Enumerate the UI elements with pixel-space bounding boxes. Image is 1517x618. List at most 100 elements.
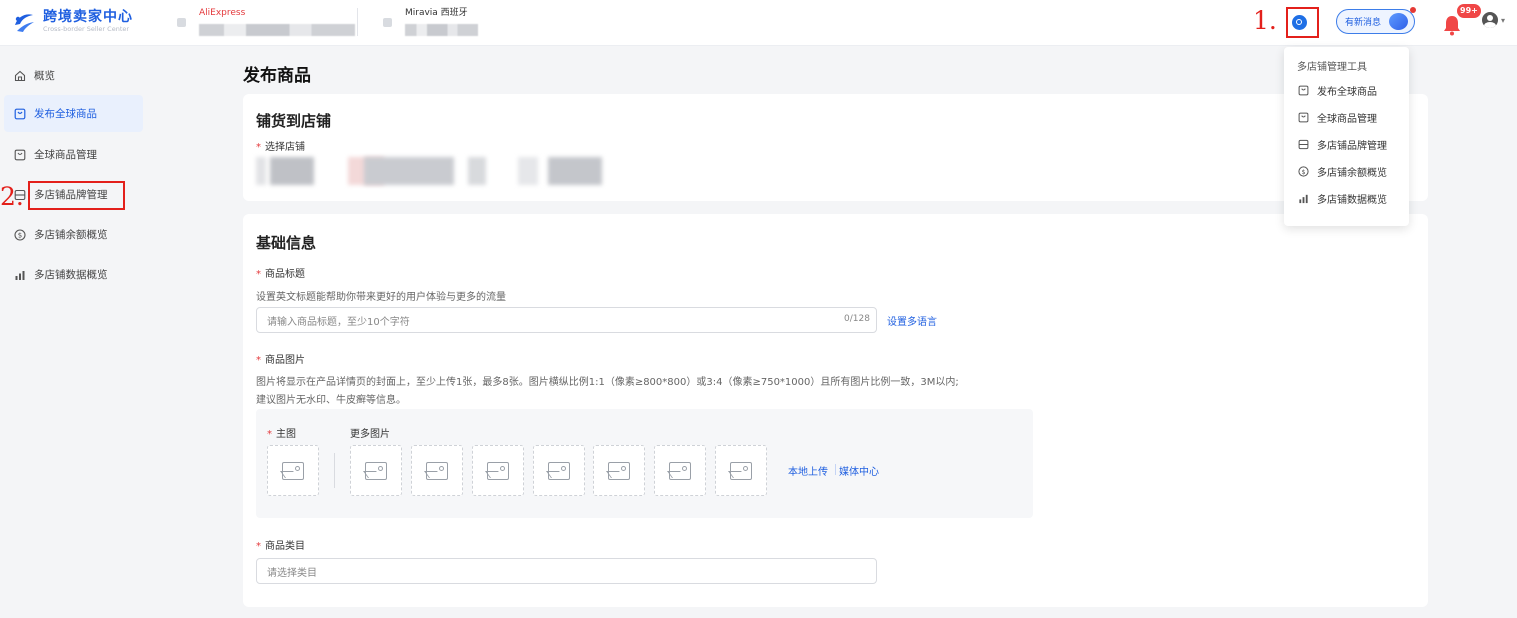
dollar-icon: $ [13, 228, 26, 241]
basic-info-title: 基础信息 [256, 234, 317, 252]
news-button[interactable]: 有新消息 [1336, 7, 1416, 34]
sidebar-item-data-overview[interactable]: 多店铺数据概览 [4, 256, 143, 293]
product-title-placeholder: 请输入商品标题，至少10个字符 [267, 316, 410, 328]
chevron-down-icon: ▾ [1501, 15, 1506, 25]
product-title-hint: 设置英文标题能帮助你带来更好的用户体验与更多的流量 [256, 292, 506, 303]
page-title: 发布商品 [243, 66, 311, 86]
notification-badge: 99+ [1457, 4, 1481, 18]
image-placeholder-icon [426, 461, 448, 480]
store-miravia[interactable]: Miravia 西班牙 [383, 8, 478, 36]
store-account-masked [405, 24, 478, 36]
images-hint-line-2: 建议图片无水印、牛皮癣等信息。 [256, 395, 406, 406]
menu-item-balance-overview[interactable]: $ 多店铺余额概览 [1297, 161, 1405, 181]
menu-item-global-products[interactable]: 全球商品管理 [1297, 107, 1405, 127]
more-image-slot[interactable] [715, 445, 767, 496]
menu-title: 多店铺管理工具 [1297, 62, 1367, 73]
store-account-masked [199, 24, 355, 36]
unread-dot [1410, 7, 1416, 13]
product-title-label: * 商品标题 [256, 269, 305, 280]
more-image-slot[interactable] [472, 445, 524, 496]
sidebar-item-label: 多店铺数据概览 [34, 269, 108, 281]
image-placeholder-icon [730, 461, 752, 480]
more-image-slot[interactable] [350, 445, 402, 496]
main-image-label: * 主图 [267, 429, 296, 440]
image-placeholder-icon [548, 461, 570, 480]
link-divider [835, 464, 836, 475]
select-store-label: * 选择店铺 [256, 142, 305, 153]
category-placeholder: 请选择类目 [267, 567, 317, 579]
svg-text:$: $ [1301, 167, 1305, 175]
logo-subtitle: Cross-border Seller Center [43, 25, 130, 33]
user-avatar-icon [1482, 12, 1498, 28]
store-selector[interactable] [256, 157, 605, 185]
multi-store-tools-menu: 多店铺管理工具 发布全球商品 全球商品管理 多店铺品牌管理 $ 多店铺余额概览 … [1284, 47, 1409, 226]
sidebar-item-label: 全球商品管理 [34, 149, 97, 161]
category-select[interactable]: 请选择类目 [256, 558, 877, 584]
sidebar-item-publish-global[interactable]: 发布全球商品 [4, 95, 143, 132]
logo[interactable]: 跨境卖家中心 Cross-border Seller Center [12, 9, 133, 34]
store-name: Miravia 西班牙 [405, 8, 468, 18]
image-placeholder-icon [487, 461, 509, 480]
category-label: * 商品类目 [256, 541, 305, 552]
svg-text:$: $ [17, 231, 21, 239]
annotation-box-1 [1286, 7, 1319, 38]
store-aliexpress[interactable]: AliExpress [177, 8, 355, 36]
menu-item-publish-global[interactable]: 发布全球商品 [1297, 80, 1405, 100]
sidebar-item-overview[interactable]: 概览 [4, 57, 143, 94]
bag-icon [13, 148, 26, 161]
sidebar-item-label: 发布全球商品 [34, 108, 97, 120]
news-label: 有新消息 [1345, 18, 1382, 28]
menu-item-label: 多店铺余额概览 [1317, 167, 1387, 179]
more-image-slot[interactable] [654, 445, 706, 496]
user-menu[interactable]: ▾ [1482, 12, 1505, 28]
menu-item-label: 发布全球商品 [1317, 86, 1377, 98]
dollar-icon: $ [1297, 165, 1309, 177]
main-image-slot[interactable] [267, 445, 319, 496]
local-upload-link[interactable]: 本地上传 [788, 463, 828, 478]
sidebar: 概览 发布全球商品 全球商品管理 多店铺品牌管理 $ 多店铺余额概览 多店铺数据… [0, 47, 148, 618]
divider [357, 8, 358, 36]
media-center-link[interactable]: 媒体中心 [839, 463, 879, 478]
menu-item-label: 多店铺数据概览 [1317, 194, 1387, 206]
more-image-slot[interactable] [593, 445, 645, 496]
sidebar-item-label: 概览 [34, 70, 55, 82]
image-placeholder-icon [669, 461, 691, 480]
bag-icon [13, 107, 26, 120]
sidebar-item-balance-overview[interactable]: $ 多店铺余额概览 [4, 216, 143, 253]
annotation-number-2: 2. [0, 182, 24, 211]
menu-item-label: 全球商品管理 [1317, 113, 1377, 125]
annotation-number-1: 1. [1253, 6, 1277, 35]
store-icon [177, 18, 186, 27]
bag-icon [1297, 84, 1309, 96]
image-placeholder-icon [608, 461, 630, 480]
chat-bubble-icon [1389, 13, 1408, 30]
sidebar-item-global-products[interactable]: 全球商品管理 [4, 136, 143, 173]
more-images-label: 更多图片 [350, 429, 390, 440]
menu-item-label: 多店铺品牌管理 [1317, 140, 1387, 152]
image-placeholder-icon [282, 461, 304, 480]
product-images-label: * 商品图片 [256, 355, 305, 366]
home-icon [13, 69, 26, 82]
menu-item-brand-management[interactable]: 多店铺品牌管理 [1297, 134, 1405, 154]
logo-title: 跨境卖家中心 [43, 9, 133, 25]
chart-icon [1297, 192, 1309, 204]
annotation-box-2 [28, 181, 125, 210]
image-placeholder-icon [365, 461, 387, 480]
more-image-slot[interactable] [533, 445, 585, 496]
title-char-counter: 0/128 [844, 314, 870, 324]
chart-icon [13, 268, 26, 281]
distribute-title: 铺货到店铺 [256, 112, 332, 130]
set-languages-link[interactable]: 设置多语言 [887, 313, 937, 328]
store-name: AliExpress [199, 8, 246, 18]
product-title-input[interactable]: 请输入商品标题，至少10个字符 [256, 307, 877, 333]
image-slot-divider [334, 453, 335, 488]
top-bar: 跨境卖家中心 Cross-border Seller Center AliExp… [0, 0, 1517, 46]
images-hint-line-1: 图片将显示在产品详情页的封面上，至少上传1张，最多8张。图片横纵比例1:1（像素… [256, 377, 959, 388]
brand-icon [1297, 138, 1309, 150]
sidebar-item-label: 多店铺余额概览 [34, 229, 108, 241]
more-image-slot[interactable] [411, 445, 463, 496]
bag-icon [1297, 111, 1309, 123]
store-icon [383, 18, 392, 27]
logo-icon [15, 13, 34, 32]
menu-item-data-overview[interactable]: 多店铺数据概览 [1297, 188, 1405, 208]
